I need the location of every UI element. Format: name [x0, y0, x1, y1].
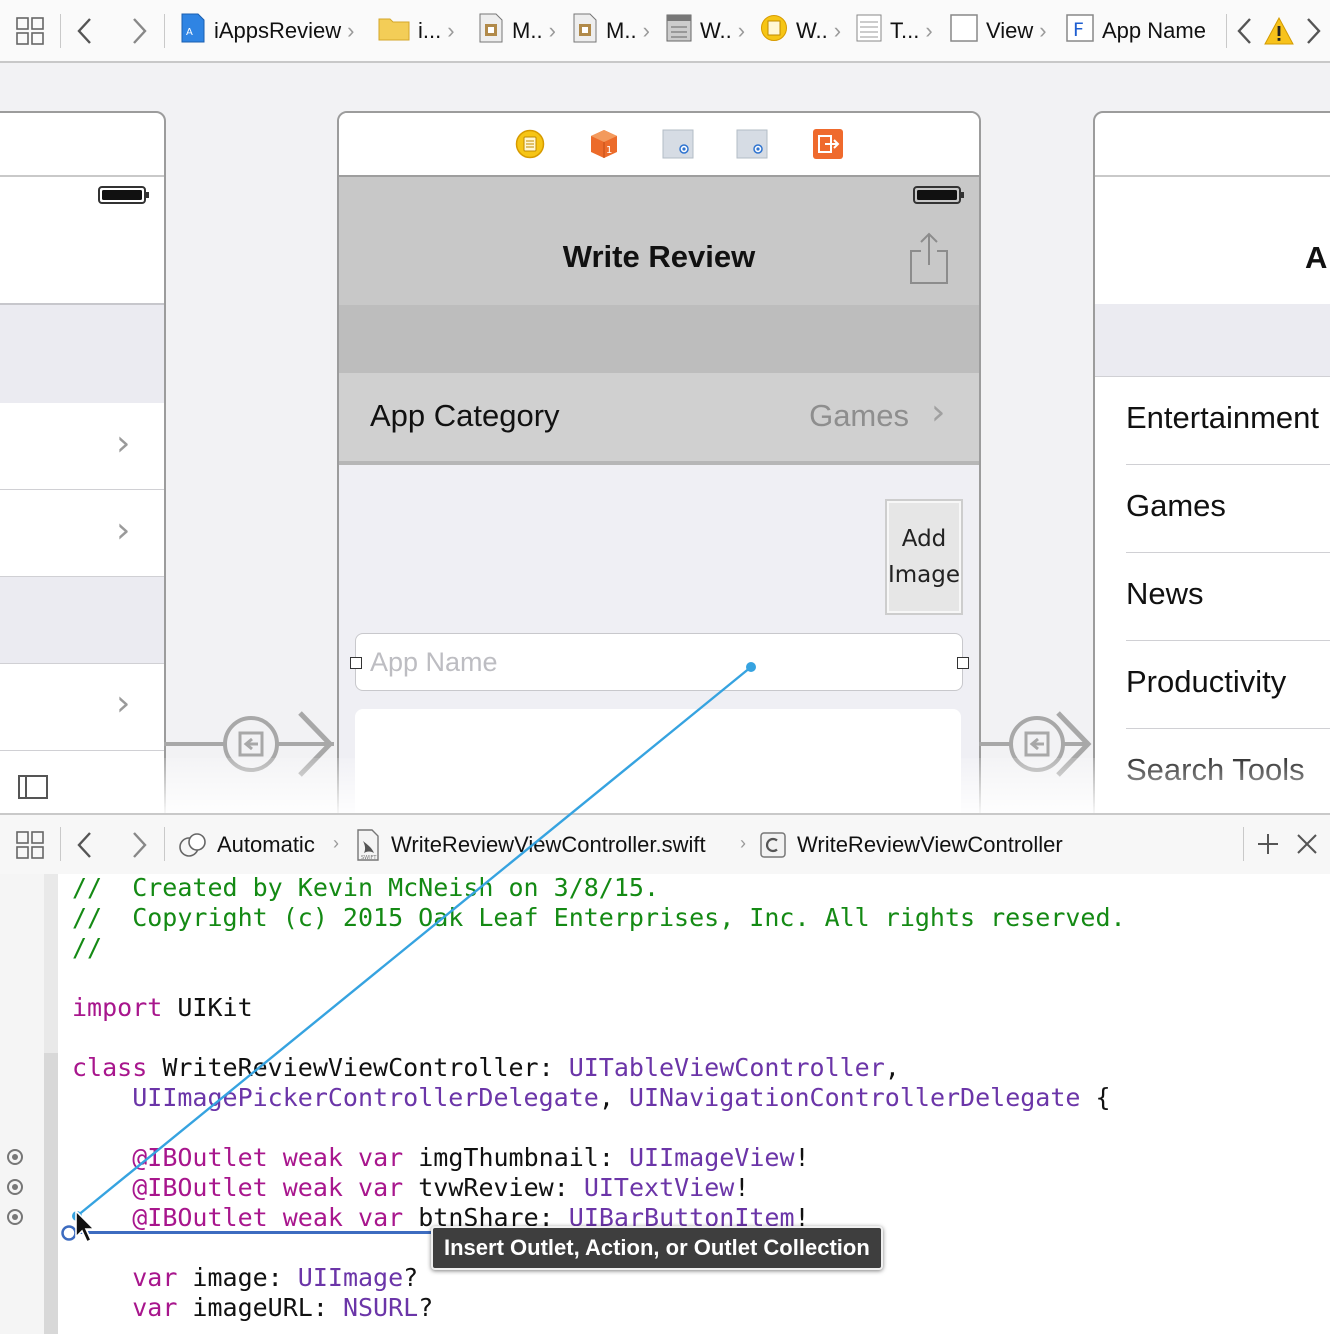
mouse-cursor-icon: [74, 1209, 98, 1250]
connection-drag-line: [72, 662, 756, 1221]
insert-outlet-tooltip: Insert Outlet, Action, or Outlet Collect…: [431, 1226, 883, 1270]
